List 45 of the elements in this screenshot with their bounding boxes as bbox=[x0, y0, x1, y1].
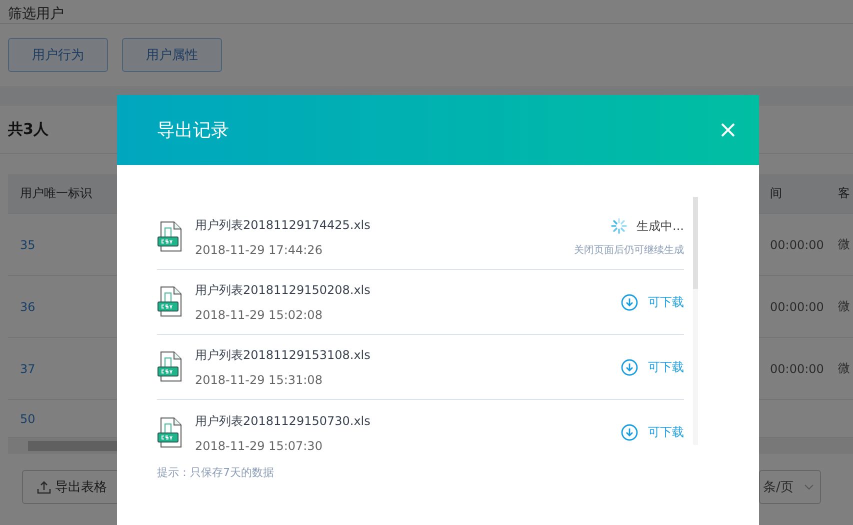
close-button[interactable] bbox=[719, 121, 737, 139]
table-cell-text: 00:00:00 bbox=[770, 360, 824, 378]
export-time: 2018-11-29 17:44:26 bbox=[195, 243, 324, 257]
csv-file-icon bbox=[157, 221, 183, 253]
column-header: 客 bbox=[838, 185, 850, 202]
filter-button[interactable]: 用户行为 bbox=[8, 38, 108, 72]
dialog-scrollbar[interactable] bbox=[693, 197, 698, 445]
status-note: 关闭页面后仍可继续生成 bbox=[574, 244, 684, 256]
filter-button[interactable]: 用户属性 bbox=[122, 38, 222, 72]
table-cell-text: 35 bbox=[20, 236, 36, 254]
download-link[interactable]: 可下载 bbox=[648, 294, 684, 310]
table-cell-text: 微 bbox=[838, 360, 850, 377]
download-link[interactable]: 可下载 bbox=[648, 424, 684, 441]
export-time: 2018-11-29 15:07:30 bbox=[195, 438, 324, 452]
download-icon bbox=[621, 424, 638, 441]
table-cell-text: 00:00:00 bbox=[770, 236, 824, 254]
close-icon bbox=[719, 121, 737, 139]
download-icon bbox=[621, 294, 638, 310]
page-size-select[interactable]: 条/页 bbox=[759, 470, 821, 504]
file-name: 用户列表20181129174425.xls bbox=[195, 217, 372, 234]
file-name: 用户列表20181129150730.xls bbox=[195, 412, 372, 430]
dialog-title: 导出记录 bbox=[157, 119, 229, 142]
section-title: 筛选用户 bbox=[8, 7, 64, 21]
table-cell-text: 37 bbox=[20, 360, 36, 378]
table-cell-text: 00:00:00 bbox=[770, 298, 824, 316]
file-name: 用户列表20181129153108.xls bbox=[195, 347, 372, 364]
export-time: 2018-11-29 15:02:08 bbox=[195, 308, 324, 322]
chevron-down-icon bbox=[804, 484, 814, 490]
file-name: 用户列表20181129150208.xls bbox=[195, 282, 372, 299]
csv-file-icon bbox=[157, 286, 183, 318]
csv-file-icon bbox=[157, 416, 183, 448]
table-cell-text: 50 bbox=[20, 410, 36, 428]
download-icon bbox=[621, 358, 638, 376]
export-time: 2018-11-29 15:31:08 bbox=[195, 373, 324, 387]
table-cell-text: 36 bbox=[20, 298, 36, 316]
download-link[interactable]: 可下载 bbox=[648, 358, 684, 376]
csv-file-icon bbox=[157, 351, 183, 383]
spinner-icon bbox=[610, 218, 627, 234]
column-header: 间 bbox=[770, 185, 782, 202]
table-cell-text: 微 bbox=[838, 236, 850, 253]
status-text: 生成中... bbox=[636, 218, 684, 234]
upload-icon bbox=[37, 480, 51, 494]
table-cell-text: 微 bbox=[838, 298, 850, 315]
column-header: 用户唯一标识 bbox=[20, 185, 92, 202]
hint-text: 提示：只保存7天的数据 bbox=[156, 465, 275, 480]
